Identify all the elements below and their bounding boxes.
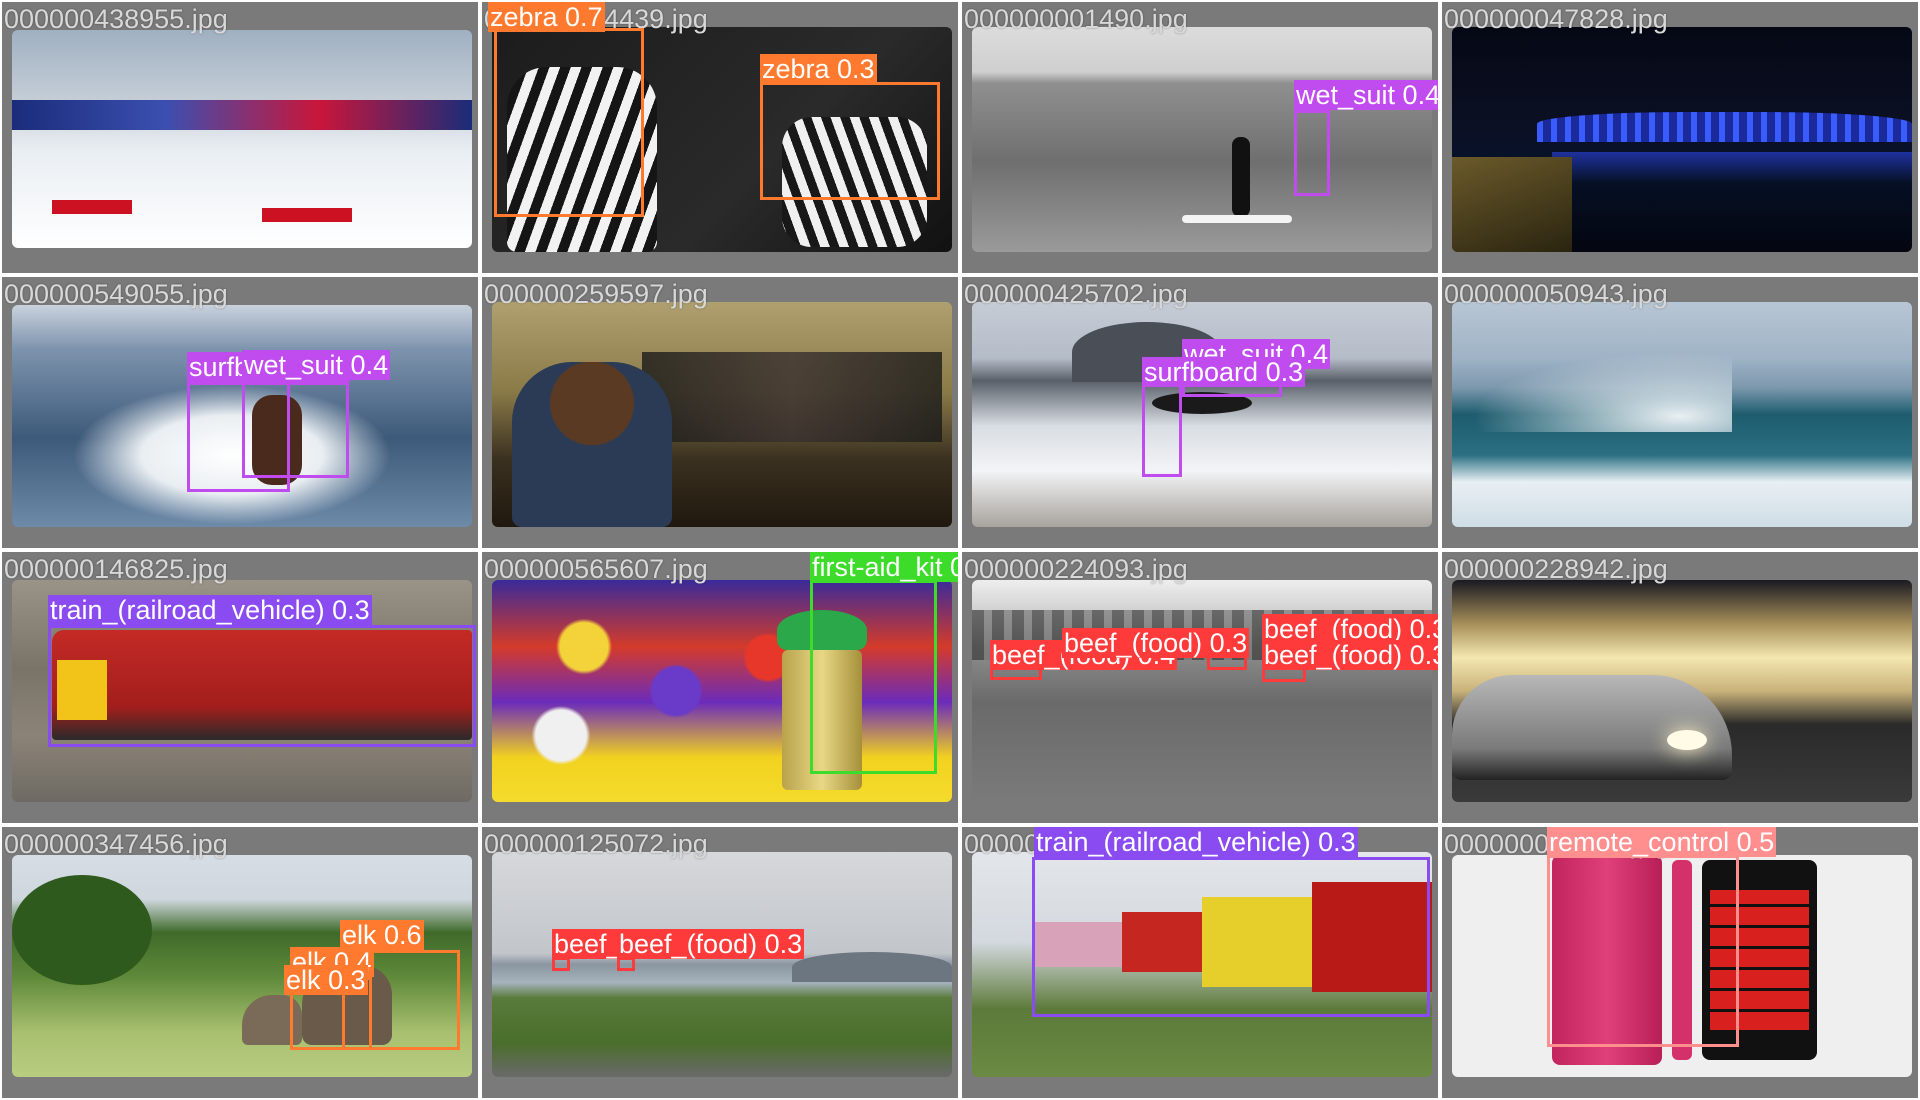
filename-label: 000000425702.jpg <box>964 279 1188 309</box>
tile-16[interactable]: 000000050331.jpg remote_control 0.5 <box>1440 825 1920 1100</box>
photo-ski-race <box>12 30 472 248</box>
banner-shape <box>12 100 472 130</box>
tile-7[interactable]: 000000425702.jpg wet_suit 0.4 surfboard … <box>960 275 1440 550</box>
boy-shape <box>512 362 672 527</box>
detection-box-zebra[interactable] <box>760 82 940 200</box>
detection-label: elk 0.3 <box>284 965 368 995</box>
photo-street-motion <box>1452 580 1912 802</box>
tile-9[interactable]: 000000146825.jpg train_(railroad_vehicle… <box>0 550 480 825</box>
quay-shape <box>1452 157 1572 252</box>
tile-10[interactable]: 000000565607.jpg first-aid_kit 0.6 <box>480 550 960 825</box>
detection-box-beef[interactable] <box>617 957 635 971</box>
detection-label: train_(railroad_vehicle) 0.3 <box>1034 827 1358 857</box>
detection-label: wet_suit 0.4 <box>242 350 391 380</box>
tile-8[interactable]: 000000050943.jpg <box>1440 275 1920 550</box>
person-shape <box>1232 137 1250 217</box>
tile-1[interactable]: 000000438955.jpg <box>0 0 480 275</box>
photo-night-bridge <box>1452 27 1912 252</box>
filename-label: 000000047828.jpg <box>1444 4 1668 34</box>
photo-beach-surfer <box>972 302 1432 527</box>
bridge-shape <box>1537 112 1912 142</box>
detection-label: surfboard 0.3 <box>1142 357 1306 387</box>
filename-label: 000000125072.jpg <box>484 829 708 859</box>
filename-label: 000000565607.jpg <box>484 554 708 584</box>
filename-label: 000000228942.jpg <box>1444 554 1668 584</box>
board-shape <box>1182 215 1292 223</box>
detection-grid: 000000438955.jpg 000000174439.jpg zebra … <box>0 0 1920 1100</box>
detection-box-beef[interactable] <box>552 957 570 971</box>
tile-14[interactable]: 000000125072.jpg beef_(food) 0.3 beef_(f… <box>480 825 960 1100</box>
tile-13[interactable]: 000000347456.jpg elk 0.6 elk 0.4 elk 0.3 <box>0 825 480 1100</box>
marker-shape <box>52 200 132 214</box>
photo-boy-camera <box>492 302 952 527</box>
detection-box-wet-suit[interactable] <box>1294 110 1330 196</box>
tile-5[interactable]: 000000549055.jpg surfboard 0.3 wet_suit … <box>0 275 480 550</box>
filename-label: 000000146825.jpg <box>4 554 228 584</box>
detection-label: zebra 0.3 <box>760 54 877 84</box>
tree-shape <box>12 875 152 985</box>
tile-12[interactable]: 000000228942.jpg <box>1440 550 1920 825</box>
detection-box-train[interactable] <box>1032 857 1430 1017</box>
detection-label: beef_(food) 0.3 <box>617 929 805 959</box>
tile-2[interactable]: 000000174439.jpg zebra 0.7 zebra 0.3 <box>480 0 960 275</box>
filename-label: 000000259597.jpg <box>484 279 708 309</box>
filename-label: 000000050943.jpg <box>1444 279 1668 309</box>
detection-label: elk 0.6 <box>340 920 424 950</box>
tile-3[interactable]: 000000001490.jpg wet_suit 0.4 <box>960 0 1440 275</box>
car-shape <box>1452 675 1732 780</box>
detection-label: wet_suit 0.4 <box>1294 80 1438 110</box>
marker-shape <box>262 208 352 222</box>
tile-4[interactable]: 000000047828.jpg <box>1440 0 1920 275</box>
detection-box-train[interactable] <box>48 625 476 747</box>
reflection-shape <box>1552 152 1912 182</box>
headlight-shape <box>1667 730 1707 750</box>
filename-label: 000000549055.jpg <box>4 279 228 309</box>
detection-label: beef_(food) 0.3 <box>1262 640 1438 670</box>
detection-box-zebra[interactable] <box>494 28 644 217</box>
hill-shape <box>792 952 952 982</box>
detection-label: remote_control 0.5 <box>1547 827 1777 857</box>
detection-box-first-aid-kit[interactable] <box>810 580 937 774</box>
filename-label: 000000001490.jpg <box>964 4 1188 34</box>
detection-box-surfboard[interactable] <box>1142 379 1182 477</box>
detection-label: first-aid_kit 0.6 <box>810 552 958 582</box>
photo-paddleboard <box>972 27 1432 252</box>
detection-label: zebra 0.7 <box>488 2 605 32</box>
filename-label: 000000438955.jpg <box>4 4 228 34</box>
tile-15[interactable]: 000000314294.jpg train_(railroad_vehicle… <box>960 825 1440 1100</box>
detection-label: train_(railroad_vehicle) 0.3 <box>48 595 372 625</box>
photo-wave <box>1452 302 1912 527</box>
tile-6[interactable]: 000000259597.jpg <box>480 275 960 550</box>
detection-box-wet-suit[interactable] <box>242 382 349 478</box>
filename-label: 000000224093.jpg <box>964 554 1188 584</box>
filename-label: 000000347456.jpg <box>4 829 228 859</box>
crowd-shape <box>642 352 942 442</box>
detection-box-remote-control[interactable] <box>1547 855 1739 1047</box>
detection-label: beef_(food) 0.3 <box>1062 628 1250 658</box>
tile-11[interactable]: 000000224093.jpg beef_(food) 0.4 beef_(f… <box>960 550 1440 825</box>
spray-shape <box>1472 352 1732 432</box>
